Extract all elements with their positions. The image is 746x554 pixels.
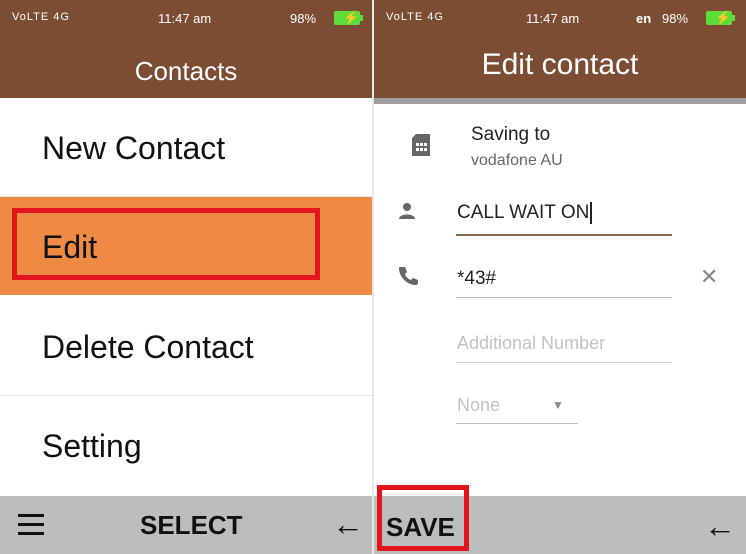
dropdown-arrow-icon[interactable]: ▼ (552, 398, 564, 412)
additional-number-input[interactable]: Additional Number (457, 333, 605, 354)
name-value: CALL WAIT ON (457, 202, 590, 224)
clear-icon[interactable]: ✕ (700, 264, 718, 290)
edit-highlight-box (12, 208, 320, 280)
title-bar: Edit contact (374, 36, 746, 98)
menu-item-label: Delete Contact (42, 329, 254, 365)
menu-item-delete-contact[interactable]: Delete Contact (0, 297, 372, 396)
softkey-bar: SELECT ← (0, 496, 372, 554)
battery-percent: 98% (662, 11, 689, 26)
text-cursor (590, 202, 593, 224)
network-indicator: VoLTE 4G (12, 11, 70, 23)
battery-icon: ⚡ (334, 10, 363, 25)
name-underline (456, 234, 672, 236)
number-type-select[interactable]: None (457, 395, 500, 416)
phone-underline (456, 297, 672, 298)
contacts-screen: VoLTE 4G 11:47 am 98% ⚡ Contacts New Con… (0, 0, 372, 554)
saving-to-account: vodafone AU (471, 152, 563, 169)
status-bar: VoLTE 4G 11:47 am en 98% ⚡ (374, 0, 746, 36)
menu-item-setting[interactable]: Setting (0, 396, 372, 494)
saving-to-label: Saving to (471, 124, 551, 145)
menu-item-new-contact[interactable]: New Contact (0, 98, 372, 197)
select-softkey[interactable]: SELECT (140, 510, 243, 541)
menu-item-label: New Contact (42, 130, 226, 166)
back-arrow-icon[interactable]: ← (332, 506, 364, 543)
back-arrow-icon[interactable]: ← (704, 508, 736, 545)
name-input[interactable]: CALL WAIT ON (457, 202, 593, 224)
phone-input[interactable]: *43# (457, 268, 496, 290)
person-icon (398, 200, 416, 226)
network-indicator: VoLTE 4G (386, 11, 444, 23)
phone-icon (398, 266, 418, 292)
number-type-underline (456, 423, 578, 424)
page-title: Edit contact (481, 48, 639, 81)
battery-icon: ⚡ (706, 10, 735, 25)
page-title: Contacts (134, 56, 238, 86)
clock: 11:47 am (526, 11, 580, 26)
menu-item-label: Setting (42, 428, 142, 464)
additional-number-underline (456, 362, 672, 363)
language-indicator: en (636, 11, 652, 26)
status-bar: VoLTE 4G 11:47 am 98% ⚡ (0, 0, 372, 36)
save-highlight-box (377, 485, 469, 551)
sim-card-icon (412, 134, 430, 162)
battery-percent: 98% (290, 11, 317, 26)
clock: 11:47 am (158, 11, 212, 26)
title-shadow (374, 98, 746, 104)
hamburger-menu-icon[interactable] (18, 514, 44, 541)
edit-contact-screen: VoLTE 4G 11:47 am en 98% ⚡ Edit contact … (374, 0, 746, 554)
title-bar: Contacts (0, 36, 372, 98)
